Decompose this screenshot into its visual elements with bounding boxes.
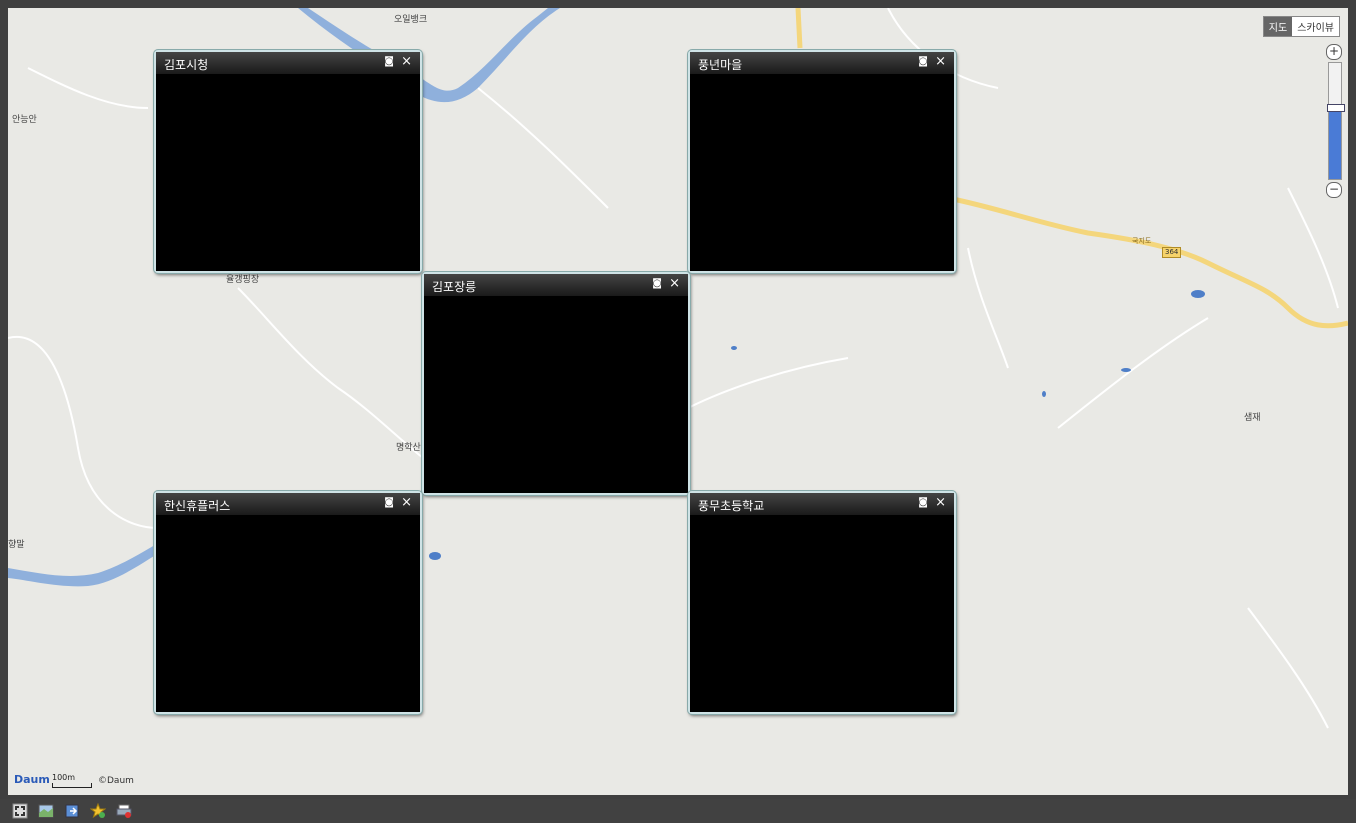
bottom-toolbar — [0, 799, 1356, 823]
place-label-annungan: 안능안 — [12, 115, 37, 125]
cctv-titlebar[interactable]: 한신휴플러스 ◙ × — [156, 493, 420, 515]
cctv-titlebar[interactable]: 김포시청 ◙ × — [156, 52, 420, 74]
camera-icon[interactable]: ◙ — [918, 497, 928, 508]
cctv-video — [156, 74, 420, 271]
close-icon[interactable]: × — [669, 276, 680, 291]
zoom-out-button[interactable]: − — [1326, 182, 1342, 198]
map-type-map-button[interactable]: 지도 — [1263, 17, 1293, 36]
fullscreen-icon[interactable] — [12, 803, 28, 819]
favorite-add-icon[interactable] — [90, 803, 106, 819]
place-label-ohil-bank: 오일뱅크 — [394, 15, 428, 25]
camera-icon[interactable]: ◙ — [652, 278, 662, 289]
road-name-label: 국지도 — [1132, 237, 1152, 245]
place-label-saemjae: 샘재 — [1244, 413, 1261, 423]
scale-label: 100m — [52, 773, 76, 782]
cctv-titlebar[interactable]: 풍무초등학교 ◙ × — [690, 493, 954, 515]
map-type-skyview-button[interactable]: 스카이뷰 — [1292, 17, 1339, 36]
export-icon[interactable] — [64, 803, 80, 819]
camera-icon[interactable]: ◙ — [918, 56, 928, 67]
cctv-video — [690, 74, 954, 271]
map-icon[interactable] — [38, 803, 54, 819]
close-icon[interactable]: × — [401, 495, 412, 510]
cctv-titlebar[interactable]: 풍년마을 ◙ × — [690, 52, 954, 74]
cctv-video — [424, 296, 688, 493]
map-type-switch: 지도 스카이뷰 — [1262, 16, 1340, 37]
map-canvas[interactable]: 오일뱅크 안능안 율갱핑장 명학산 향말 샘재 국지도 364 김포시청 ◙ ×… — [8, 8, 1348, 795]
scale-bar: 100m — [52, 773, 92, 788]
cctv-title: 김포장릉 — [432, 280, 477, 294]
cctv-window[interactable]: 김포시청 ◙ × — [154, 50, 422, 273]
cctv-title: 한신휴플러스 — [164, 499, 231, 513]
cctv-window[interactable]: 풍년마을 ◙ × — [688, 50, 956, 273]
scale-line — [52, 783, 92, 788]
cctv-video — [156, 515, 420, 712]
close-icon[interactable]: × — [935, 54, 946, 69]
cctv-title: 풍무초등학교 — [698, 499, 765, 513]
place-label-hyangmal: 향말 — [8, 540, 25, 550]
zoom-in-button[interactable]: + — [1326, 44, 1342, 60]
print-icon[interactable] — [116, 803, 132, 819]
app-frame: 오일뱅크 안능안 율갱핑장 명학산 향말 샘재 국지도 364 김포시청 ◙ ×… — [0, 0, 1356, 823]
close-icon[interactable]: × — [935, 495, 946, 510]
cctv-titlebar[interactable]: 김포장릉 ◙ × — [424, 274, 688, 296]
cctv-window[interactable]: 풍무초등학교 ◙ × — [688, 491, 956, 714]
camera-icon[interactable]: ◙ — [384, 56, 394, 67]
cctv-video — [690, 515, 954, 712]
road-number-sign: 364 — [1162, 247, 1182, 258]
zoom-slider[interactable] — [1327, 62, 1345, 180]
cctv-title: 풍년마을 — [698, 58, 743, 72]
cctv-window[interactable]: 한신휴플러스 ◙ × — [154, 491, 422, 714]
cctv-window[interactable]: 김포장릉 ◙ × — [422, 272, 690, 495]
river-south — [8, 538, 168, 587]
place-label-yulgaeng: 율갱핑장 — [226, 275, 260, 285]
place-label-myeonghak: 명학산 — [396, 443, 421, 453]
camera-icon[interactable]: ◙ — [384, 497, 394, 508]
zoom-control: + − — [1326, 44, 1345, 198]
copyright: ©Daum — [98, 776, 134, 786]
daum-logo: Daum — [14, 773, 50, 786]
close-icon[interactable]: × — [401, 54, 412, 69]
zoom-level-fill — [1329, 107, 1341, 179]
zoom-handle[interactable] — [1327, 104, 1345, 113]
cctv-title: 김포시청 — [164, 58, 209, 72]
